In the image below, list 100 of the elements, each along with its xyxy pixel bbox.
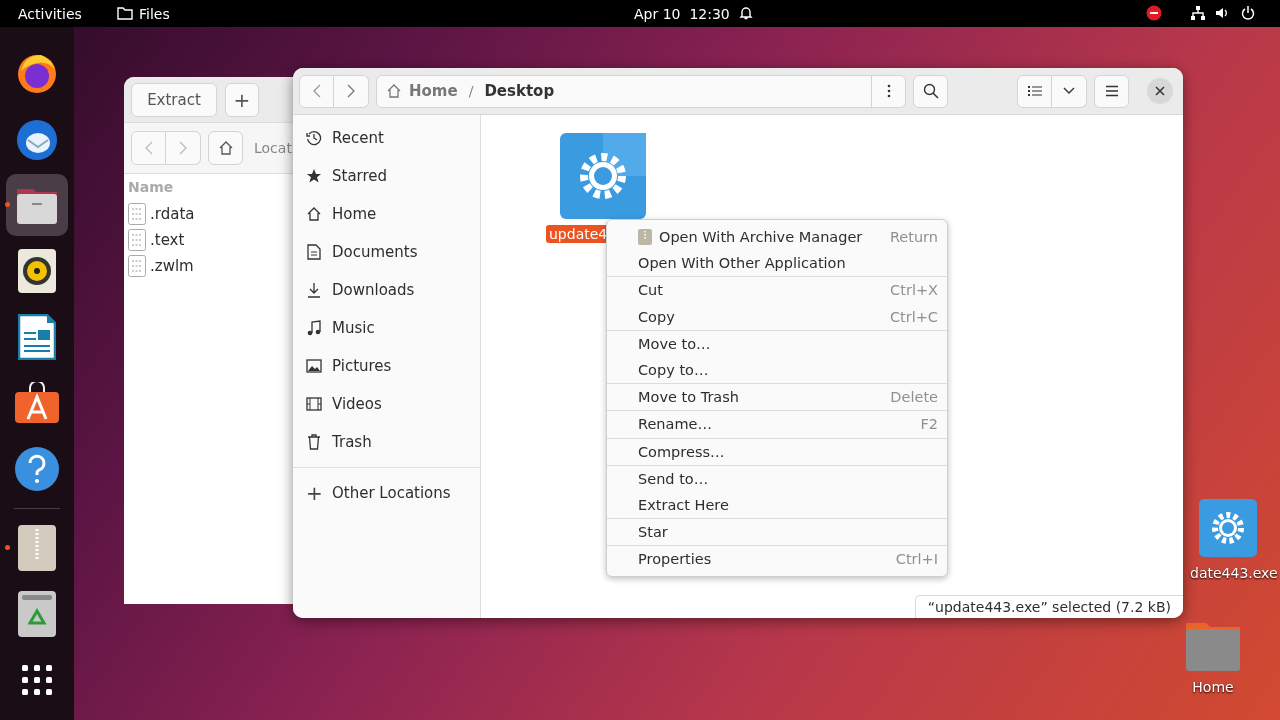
menu-label: Star <box>638 524 668 541</box>
clock-icon <box>306 130 322 146</box>
menu-item[interactable]: Move to Trash Delete <box>607 384 947 411</box>
sidebar-item[interactable]: Pictures <box>293 347 480 385</box>
menu-item[interactable]: Rename… F2 <box>607 411 947 438</box>
recycle-bin-icon <box>18 591 56 637</box>
close-icon <box>1155 86 1165 96</box>
binary-file-icon <box>128 203 146 225</box>
menu-item[interactable]: Copy Ctrl+C <box>607 303 947 330</box>
binary-file-icon <box>128 229 146 251</box>
shortcut-label: Return <box>889 229 938 246</box>
sidebar-item[interactable]: Home <box>293 195 480 233</box>
image-icon <box>306 359 322 373</box>
menu-label: Properties <box>638 551 712 568</box>
folder-icon <box>117 6 133 20</box>
chevron-down-icon <box>1063 87 1075 95</box>
menu-button[interactable] <box>1094 74 1129 108</box>
forward-icon <box>179 141 187 155</box>
list-icon <box>1027 85 1042 97</box>
menu-label: Open With Other Application <box>638 255 846 272</box>
sidebar-item[interactable]: Downloads <box>293 271 480 309</box>
menu-item[interactable]: Send to… <box>607 465 947 492</box>
file-name[interactable]: date443.exe <box>1190 565 1278 581</box>
menu-item[interactable]: Extract Here <box>607 491 947 519</box>
file-name[interactable]: .zwlm <box>150 257 194 275</box>
menu-label: Copy to… <box>638 362 709 379</box>
menu-label: Copy <box>638 308 675 325</box>
menu-item[interactable]: Open With Other Application <box>607 250 947 277</box>
document-icon <box>18 314 56 360</box>
sidebar-item[interactable]: Starred <box>293 157 480 195</box>
sidebar-item[interactable]: + Other Locations <box>293 474 480 512</box>
app-menu[interactable]: Files <box>139 5 170 22</box>
download-icon <box>306 282 322 298</box>
close-button[interactable] <box>1147 78 1173 104</box>
status-bar: “update443.exe” selected (7.2 kB) <box>914 595 1183 618</box>
home-icon <box>217 140 234 156</box>
more-icon <box>886 84 891 98</box>
sidebar-item[interactable]: Music <box>293 309 480 347</box>
home-button[interactable] <box>208 131 243 165</box>
speaker-icon <box>18 249 56 293</box>
shortcut-label: F2 <box>920 416 938 433</box>
dock-item[interactable] <box>6 174 68 236</box>
gear-file-icon[interactable] <box>1198 499 1257 557</box>
path-separator: / <box>468 83 474 99</box>
menu-item[interactable]: Copy to… <box>607 356 947 384</box>
file-name[interactable]: .rdata <box>150 205 195 223</box>
list-view-button[interactable] <box>1017 74 1052 108</box>
menu-item[interactable]: Cut Ctrl+X <box>607 277 947 304</box>
menu-label: Rename… <box>638 416 712 433</box>
menu-label: Move to Trash <box>638 389 739 406</box>
back-icon <box>144 141 153 155</box>
power-icon[interactable] <box>1240 5 1256 21</box>
folder-name[interactable]: Home <box>1192 679 1234 695</box>
activities-button[interactable]: Activities <box>18 5 82 22</box>
shortcut-label: Delete <box>890 389 938 406</box>
bell-icon[interactable] <box>738 5 754 21</box>
sidebar-item[interactable]: Recent <box>293 119 480 157</box>
extract-button[interactable]: Extract <box>131 82 217 117</box>
menu-label: Extract Here <box>638 496 729 513</box>
search-icon <box>922 83 939 99</box>
menu-label: Send to… <box>638 470 709 487</box>
gear-file-icon[interactable] <box>560 133 646 219</box>
home-icon <box>386 83 402 99</box>
home-icon <box>306 206 322 222</box>
zip-archive-icon <box>18 525 56 571</box>
location-label: Locat <box>254 140 292 156</box>
shopping-bag-icon <box>14 382 60 424</box>
menu-icon <box>1104 85 1119 97</box>
menu-label: Compress… <box>638 443 725 460</box>
back-icon <box>312 84 321 98</box>
add-button[interactable]: + <box>225 82 259 117</box>
menu-label: Open With Archive Manager <box>659 229 863 246</box>
star-icon <box>306 168 322 184</box>
help-icon <box>14 446 60 492</box>
shortcut-label: Ctrl+X <box>890 282 938 299</box>
archive-app-icon <box>638 229 652 246</box>
binary-file-icon <box>128 255 146 277</box>
forward-icon <box>347 84 355 98</box>
sidebar-item[interactable]: Videos <box>293 385 480 423</box>
path-segment[interactable]: Home <box>409 82 458 100</box>
menu-item[interactable]: Move to… <box>607 330 947 357</box>
file-name[interactable]: .text <box>150 231 185 249</box>
menu-item[interactable]: Properties Ctrl+I <box>607 546 947 573</box>
search-button[interactable] <box>913 74 948 108</box>
clock[interactable]: Apr 10 12:30 <box>634 5 730 22</box>
document-icon <box>306 244 322 260</box>
menu-item[interactable]: Star <box>607 519 947 546</box>
app-grid-icon <box>21 664 53 696</box>
sidebar-item[interactable]: Documents <box>293 233 480 271</box>
sidebar-item[interactable]: Trash <box>293 423 480 461</box>
do-not-disturb-icon[interactable] <box>1146 5 1162 21</box>
menu-item[interactable]: Compress… <box>607 438 947 465</box>
shortcut-label: Ctrl+C <box>889 308 938 325</box>
menu-label: Move to… <box>638 335 711 352</box>
volume-icon[interactable] <box>1214 5 1230 21</box>
film-icon <box>306 397 322 411</box>
music-note-icon <box>306 320 322 336</box>
network-icon[interactable] <box>1190 5 1206 21</box>
path-segment[interactable]: Desktop <box>484 82 555 100</box>
shortcut-label: Ctrl+I <box>895 551 938 568</box>
